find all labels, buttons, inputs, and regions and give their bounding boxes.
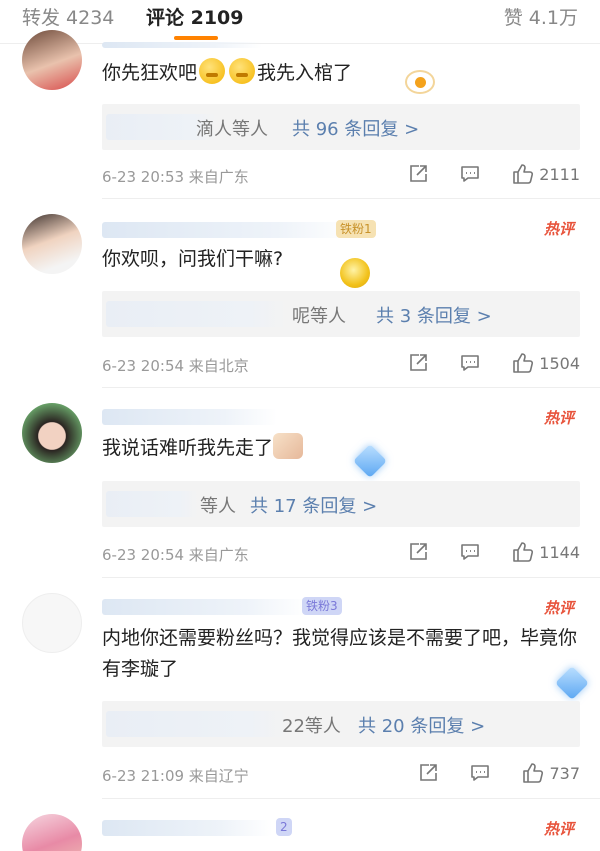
comment-text: 我说话难听我先走了 <box>102 433 582 464</box>
username[interactable] <box>102 222 352 238</box>
cry-emoji-icon <box>199 58 226 84</box>
like-button[interactable]: 1144 <box>511 541 580 563</box>
share-icon <box>420 764 438 781</box>
like-count: 1504 <box>539 353 580 373</box>
comment-button[interactable] <box>469 762 491 784</box>
girl-sticker-icon <box>273 433 304 459</box>
like-count: 1144 <box>539 542 580 562</box>
tab-comments[interactable]: 评论 2109 <box>146 3 244 30</box>
like-button[interactable]: 737 <box>521 762 580 784</box>
comment-icon <box>461 544 480 560</box>
reply-names-mask <box>106 711 286 737</box>
divider <box>102 577 600 578</box>
reply-preview[interactable]: 22等人 共 20 条回复 > <box>102 701 580 747</box>
comment-icon <box>461 355 480 371</box>
like-button[interactable]: 1504 <box>511 352 580 374</box>
like-count: 737 <box>549 763 580 783</box>
reply-suffix: 等人 <box>304 716 341 737</box>
fan-badge: 铁粉3 <box>302 597 342 615</box>
avatar[interactable] <box>22 403 82 463</box>
reply-count-link[interactable]: 共 17 条回复 > <box>250 492 377 518</box>
comment-actions: 737 <box>387 762 580 784</box>
reply-count-link[interactable]: 共 20 条回复 > <box>358 712 485 738</box>
comment-actions: 1144 <box>377 541 580 563</box>
hot-comment-tag: 热评 <box>543 220 574 238</box>
comment-actions: 1504 <box>377 352 580 374</box>
fan-badge: 2 <box>276 818 292 836</box>
reply-user: 呢 <box>292 306 310 327</box>
reply-names-mask <box>106 491 198 517</box>
reply-preview[interactable]: 等人 共 17 条回复 > <box>102 481 580 527</box>
like-count: 2111 <box>539 164 580 184</box>
comment-button[interactable] <box>459 541 481 563</box>
medal-icon <box>340 258 370 288</box>
reply-suffix: 等人 <box>200 496 236 517</box>
divider <box>102 798 600 799</box>
comment-icon <box>461 166 480 182</box>
divider <box>102 387 600 388</box>
username[interactable] <box>102 820 272 836</box>
thumbs-up-icon <box>523 763 544 783</box>
tab-likes[interactable]: 赞 4.1万 <box>504 3 578 30</box>
comment-text: 内地你还需要粉丝吗？我觉得应该是不需要了吧，毕竟你有李璇了 <box>102 627 578 680</box>
reply-user: 滴人 <box>196 119 232 140</box>
cry-emoji-icon <box>229 58 256 84</box>
reply-user: 22 <box>282 716 305 737</box>
hot-comment-tag: 热评 <box>543 409 574 427</box>
comment-meta: 6-23 20:54 来自广东 <box>102 546 249 564</box>
hot-comment-tag: 热评 <box>543 599 574 617</box>
tab-repost[interactable]: 转发 4234 <box>22 3 114 30</box>
comment-meta: 6-23 20:54 来自北京 <box>102 357 249 375</box>
thumbs-up-icon <box>513 353 534 373</box>
avatar[interactable] <box>22 214 82 274</box>
comment-tabs: 转发 4234 评论 2109 赞 4.1万 <box>0 0 600 44</box>
egg-sticker-icon <box>405 70 435 94</box>
thumbs-up-icon <box>513 542 534 562</box>
share-icon <box>410 543 428 560</box>
comment-text: 你先狂欢吧 我先入棺了 <box>102 58 582 89</box>
hot-comment-tag: 热评 <box>543 820 574 838</box>
reply-names-mask <box>106 301 286 327</box>
reply-preview[interactable]: 呢等人 共 3 条回复 > <box>102 291 580 337</box>
reply-count-link[interactable]: 共 3 条回复 > <box>376 302 492 328</box>
comment-actions: 2111 <box>377 163 580 185</box>
reply-suffix: 等人 <box>232 119 268 140</box>
avatar[interactable] <box>22 30 82 90</box>
share-button[interactable] <box>417 762 439 784</box>
divider <box>102 198 600 199</box>
active-tab-indicator <box>174 36 218 40</box>
comment-icon <box>471 765 490 781</box>
fan-badge: 铁粉1 <box>336 220 376 238</box>
like-button[interactable]: 2111 <box>511 163 580 185</box>
reply-preview[interactable]: 滴人等人 共 96 条回复 > <box>102 104 580 150</box>
username[interactable] <box>102 599 307 615</box>
comment-meta: 6-23 21:09 来自辽宁 <box>102 767 249 785</box>
avatar[interactable] <box>22 593 82 653</box>
reply-suffix: 等人 <box>310 306 346 327</box>
share-icon <box>410 165 428 182</box>
share-icon <box>410 354 428 371</box>
comment-button[interactable] <box>459 352 481 374</box>
share-button[interactable] <box>407 163 429 185</box>
share-button[interactable] <box>407 352 429 374</box>
thumbs-up-icon <box>513 164 534 184</box>
share-button[interactable] <box>407 541 429 563</box>
avatar[interactable] <box>22 814 82 851</box>
comment-meta: 6-23 20:53 来自广东 <box>102 168 249 186</box>
comment-button[interactable] <box>459 163 481 185</box>
username[interactable] <box>102 42 262 48</box>
username[interactable] <box>102 409 277 425</box>
reply-count-link[interactable]: 共 96 条回复 > <box>292 115 419 141</box>
